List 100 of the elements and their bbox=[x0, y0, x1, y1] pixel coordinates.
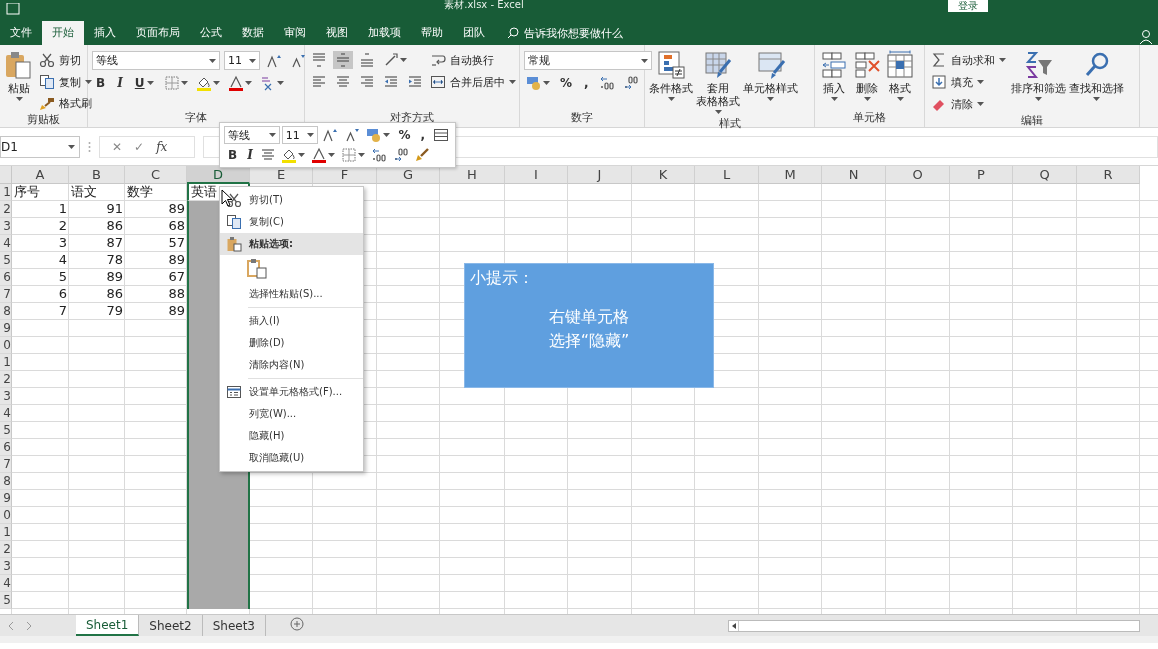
ribbon-button[interactable]: 清除 bbox=[929, 95, 986, 113]
format-button[interactable]: I bbox=[113, 75, 127, 91]
column-header[interactable]: R bbox=[1077, 166, 1140, 184]
menu-item[interactable]: 取消隐藏(U) bbox=[220, 447, 363, 469]
format-button[interactable]: % bbox=[394, 127, 415, 143]
ribbon-tab[interactable]: 公式 bbox=[190, 21, 232, 45]
row-number[interactable]: 5 bbox=[0, 422, 12, 439]
column-header[interactable]: Q bbox=[1013, 166, 1077, 184]
formula-button[interactable]: ✓ bbox=[134, 139, 145, 154]
formula-button[interactable]: ✕ bbox=[112, 139, 123, 154]
menu-item[interactable]: 清除内容(N) bbox=[220, 354, 363, 376]
column-header[interactable]: P bbox=[950, 166, 1013, 184]
row-number[interactable]: 6 bbox=[0, 439, 12, 456]
ribbon-button[interactable]: 剪切 bbox=[37, 51, 83, 69]
ribbon-tab[interactable]: 审阅 bbox=[274, 21, 316, 45]
format-button[interactable]: % bbox=[556, 75, 577, 91]
row-number[interactable]: 8 bbox=[0, 303, 12, 320]
row-number[interactable]: 7 bbox=[0, 456, 12, 473]
toolbar-button[interactable] bbox=[524, 74, 552, 92]
ribbon-button[interactable]: 粘贴 bbox=[4, 48, 34, 103]
row-number[interactable]: 9 bbox=[0, 490, 12, 507]
ribbon-button[interactable]: 排序和筛选 bbox=[1011, 48, 1066, 103]
ribbon-tab[interactable]: 团队 bbox=[453, 21, 495, 45]
ribbon-tab[interactable]: 数据 bbox=[232, 21, 274, 45]
ribbon-button[interactable]: 填充 bbox=[929, 73, 986, 91]
ribbon-tab[interactable]: 开始 bbox=[42, 21, 84, 45]
row-number[interactable]: 2 bbox=[0, 541, 12, 558]
toolbar-button[interactable] bbox=[431, 126, 451, 144]
ribbon-tab[interactable]: 帮助 bbox=[411, 21, 453, 45]
format-button[interactable]: , bbox=[416, 127, 429, 143]
font-size-box[interactable]: 11 bbox=[224, 51, 260, 70]
ribbon-tab[interactable]: 加载项 bbox=[358, 21, 411, 45]
menu-item[interactable]: 删除(D) bbox=[220, 332, 363, 354]
menu-item[interactable]: 列宽(W)... bbox=[220, 403, 363, 425]
column-header[interactable]: B bbox=[69, 166, 125, 184]
ribbon-button[interactable]: 自动换行 bbox=[428, 51, 496, 69]
ribbon-button[interactable]: 格式 bbox=[885, 48, 915, 103]
clipboard-icon[interactable] bbox=[246, 258, 268, 280]
menu-item[interactable]: 插入(I) bbox=[220, 310, 363, 332]
formula-button[interactable]: fx bbox=[156, 139, 168, 154]
row-number[interactable]: 5 bbox=[0, 252, 12, 269]
ribbon-button[interactable]: 插入 bbox=[819, 48, 849, 103]
menu-item[interactable]: 设置单元格格式(F)... bbox=[220, 381, 363, 403]
ribbon-tab[interactable]: 插入 bbox=[84, 21, 126, 45]
row-number[interactable]: 3 bbox=[0, 558, 12, 575]
row-number[interactable]: 1 bbox=[0, 524, 12, 541]
column-header[interactable]: A bbox=[12, 166, 69, 184]
row-number[interactable]: 8 bbox=[0, 473, 12, 490]
column-header[interactable]: K bbox=[632, 166, 695, 184]
column-header[interactable]: O bbox=[886, 166, 950, 184]
row-number[interactable]: 3 bbox=[0, 388, 12, 405]
format-button[interactable]: I bbox=[243, 147, 257, 163]
column-header[interactable]: N bbox=[822, 166, 886, 184]
ribbon-button[interactable]: 条件格式 bbox=[649, 48, 693, 103]
ribbon-button[interactable]: 格式刷 bbox=[37, 95, 94, 112]
name-box[interactable]: D1 bbox=[0, 135, 80, 158]
ribbon-button[interactable]: 单元格样式 bbox=[743, 48, 798, 103]
format-button[interactable]: B bbox=[92, 75, 110, 91]
menu-item[interactable]: 隐藏(H) bbox=[220, 425, 363, 447]
row-number[interactable]: 5 bbox=[0, 592, 12, 609]
row-number[interactable]: 4 bbox=[0, 235, 12, 252]
row-number[interactable]: 7 bbox=[0, 286, 12, 303]
column-header[interactable]: M bbox=[759, 166, 822, 184]
column-header[interactable]: D bbox=[187, 166, 250, 184]
ribbon-button[interactable]: 合并后居中 bbox=[428, 73, 518, 91]
column-header[interactable]: I bbox=[505, 166, 568, 184]
login-button[interactable]: 登录 bbox=[948, 0, 988, 12]
ribbon-button[interactable]: 查找和选择 bbox=[1069, 48, 1124, 103]
dropdown-box[interactable]: 等线 bbox=[224, 126, 280, 144]
ribbon-tab[interactable]: 页面布局 bbox=[126, 21, 190, 45]
ribbon-button[interactable]: 套用 表格格式 bbox=[696, 48, 740, 116]
menu-item[interactable]: 选择性粘贴(S)... bbox=[220, 283, 363, 305]
column-header[interactable]: C bbox=[125, 166, 187, 184]
row-number[interactable]: 0 bbox=[0, 507, 12, 524]
sheet-tab[interactable]: Sheet1 bbox=[76, 615, 140, 636]
format-button[interactable]: B bbox=[224, 147, 242, 163]
horizontal-scrollbar[interactable] bbox=[728, 619, 1140, 632]
row-number[interactable]: 1 bbox=[0, 184, 12, 201]
ribbon-tab[interactable]: 文件 bbox=[0, 21, 42, 45]
row-number[interactable]: 1 bbox=[0, 354, 12, 371]
format-button[interactable]: , bbox=[580, 75, 593, 91]
row-number[interactable]: 6 bbox=[0, 269, 12, 286]
search-field[interactable]: 告诉我你想要做什么 bbox=[507, 21, 623, 45]
format-button[interactable]: U bbox=[130, 75, 158, 91]
column-header[interactable]: J bbox=[568, 166, 632, 184]
dropdown-box[interactable]: 等线 bbox=[92, 51, 220, 70]
row-number[interactable]: 3 bbox=[0, 218, 12, 235]
row-number[interactable]: 0 bbox=[0, 337, 12, 354]
row-number[interactable]: 9 bbox=[0, 320, 12, 337]
menu-item[interactable]: 复制(C) bbox=[220, 211, 363, 233]
toolbar-button[interactable] bbox=[364, 126, 393, 144]
ribbon-tab[interactable]: 视图 bbox=[316, 21, 358, 45]
ribbon-button[interactable]: 删除 bbox=[852, 48, 882, 103]
row-number[interactable]: 4 bbox=[0, 575, 12, 592]
column-header[interactable]: L bbox=[695, 166, 759, 184]
row-number[interactable]: 4 bbox=[0, 405, 12, 422]
ribbon-button[interactable]: 自动求和 bbox=[929, 51, 1008, 69]
dropdown-box[interactable]: 常规 bbox=[524, 51, 652, 70]
row-number[interactable]: 2 bbox=[0, 371, 12, 388]
font-size-box[interactable]: 11 bbox=[281, 126, 319, 144]
